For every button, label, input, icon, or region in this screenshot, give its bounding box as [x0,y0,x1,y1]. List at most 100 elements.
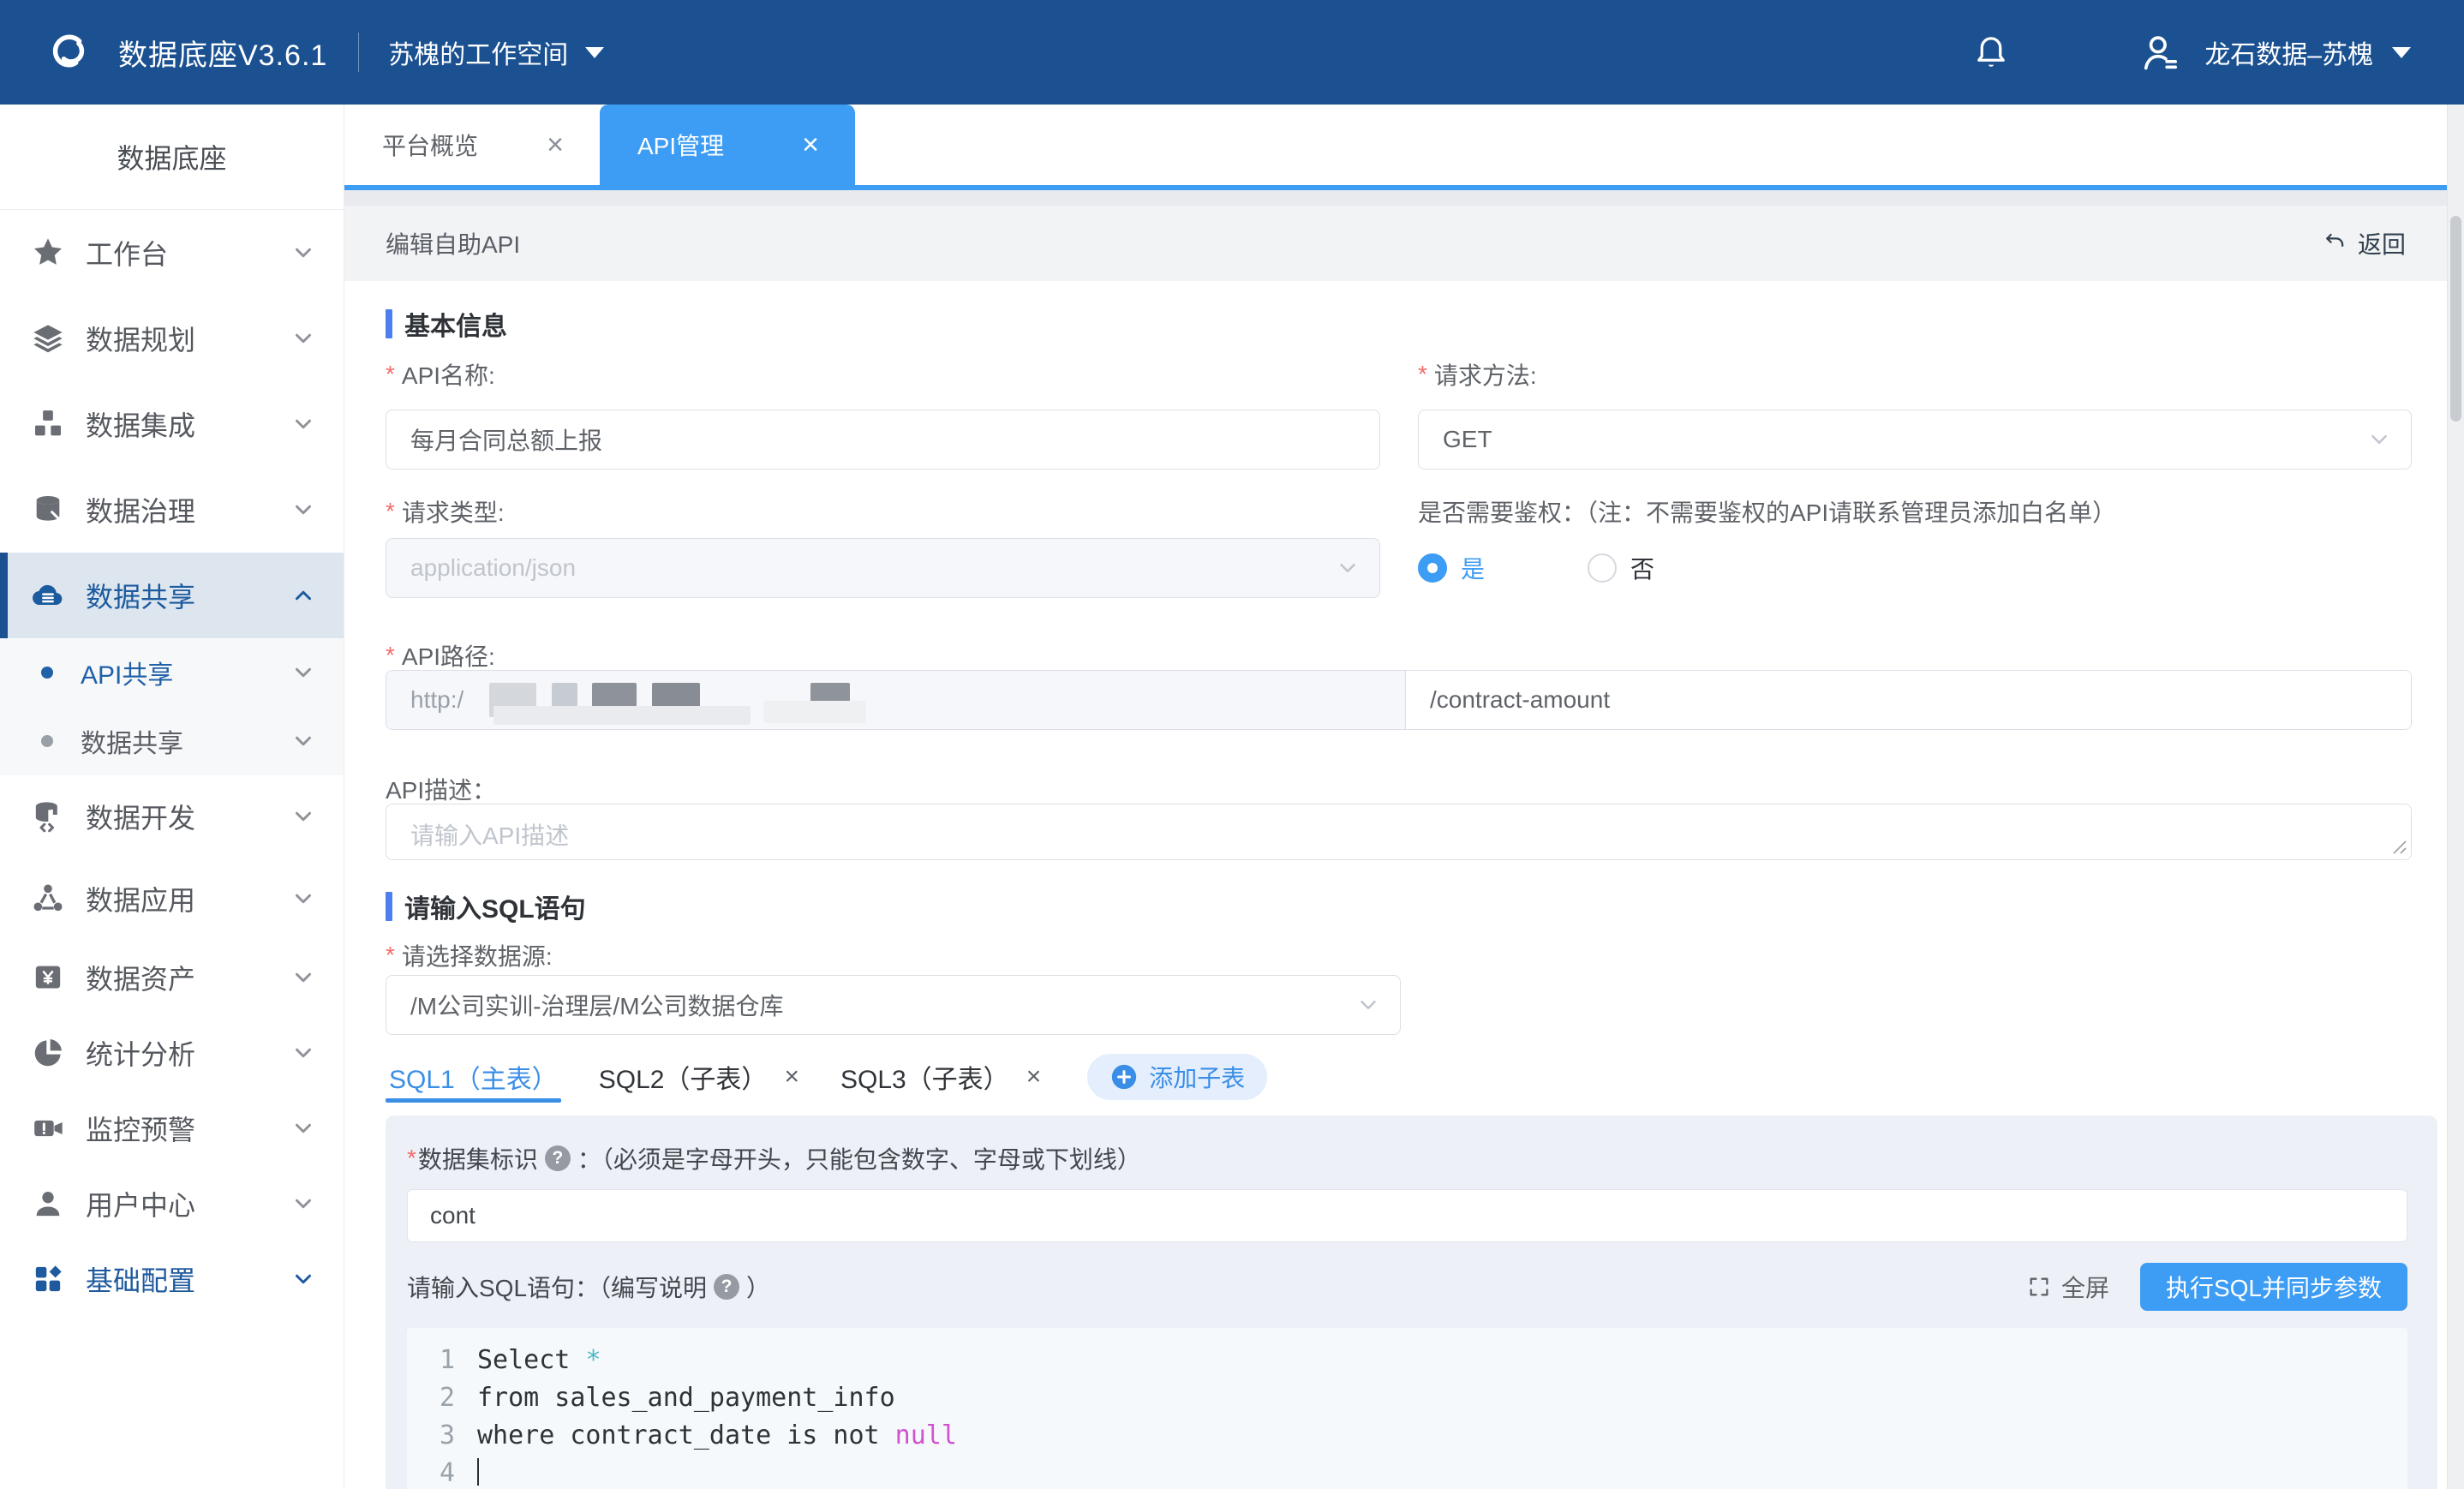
chevron-down-icon [1355,992,1381,1018]
sidebar-item-0[interactable]: 工作台 [0,210,344,296]
dataset-id-input[interactable] [407,1189,2407,1242]
chevron-down-icon [1335,555,1361,581]
bell-icon [1971,33,2011,72]
api-desc-textarea[interactable] [386,804,2412,860]
chevron-down-icon [290,1191,316,1217]
run-sql-button[interactable]: 执行SQL并同步参数 [2140,1263,2407,1311]
scrollbar-thumb[interactable] [2450,216,2461,422]
sidebar-item-label: 数据开发 [86,797,290,836]
method-select[interactable]: GET [1418,410,2412,469]
required-mark: * [407,1145,416,1172]
tab-label: API管理 [637,128,724,162]
notifications-button[interactable] [1971,33,2011,72]
code-token: from sales_and_payment_info [477,1383,895,1413]
line-number: 2 [407,1379,455,1417]
sidebar-subitem-5[interactable]: API共享 [0,638,344,707]
sidebar-item-3[interactable]: 数据治理 [0,467,344,553]
sidebar-item-8[interactable]: 数据应用 [0,858,344,940]
avatar[interactable] [2138,30,2182,75]
back-button[interactable]: 返回 [2322,226,2406,260]
help-icon[interactable]: ? [545,1145,571,1171]
sidebar-item-label: 数据应用 [86,879,290,918]
fullscreen-button[interactable]: 全屏 [2027,1270,2109,1304]
section-accent-bar [386,309,392,338]
sidebar-item-label: 统计分析 [86,1033,290,1073]
tab-0[interactable]: 平台概览× [344,105,600,185]
sql-tab-2[interactable]: SQL2（子表）× [595,1052,803,1102]
line-number: 3 [407,1417,455,1455]
method-label: * 请求方法: [1418,360,2412,389]
sql-code-editor[interactable]: 1Select *2from sales_and_payment_info3wh… [407,1328,2407,1489]
sidebar-item-13[interactable]: 基础配置 [0,1241,344,1317]
workspace-selector[interactable]: 苏槐的工作空间 [388,33,604,71]
code-line: 4 [407,1455,2407,1489]
fullscreen-icon [2027,1275,2051,1299]
required-mark: * [386,498,395,525]
db-code-icon [29,798,67,835]
sql-tab-close-icon[interactable]: × [784,1062,799,1091]
sidebar-subitem-6[interactable]: 数据共享 [0,707,344,775]
auth-radio-1[interactable]: 否 [1588,551,1654,585]
required-mark: * [386,642,395,669]
sidebar-item-11[interactable]: 监控预警 [0,1091,344,1166]
section-sql-title: 请输入SQL语句 [404,888,586,925]
form-content: 基本信息 * API名称: * 请求方法: GET [344,308,2447,1489]
sidebar-item-1[interactable]: 数据规划 [0,296,344,381]
help-icon[interactable]: ? [714,1274,739,1300]
api-path-prefix: http:/ [386,671,1406,729]
add-subtable-label: 添加子表 [1149,1060,1245,1094]
bullet-icon [41,735,53,747]
user-icon [29,1185,67,1223]
line-number: 1 [407,1342,455,1379]
sidebar-item-label: 数据规划 [86,319,290,358]
code-line: 3where contract_date is not null [407,1417,2407,1455]
code-text [477,1455,479,1489]
content-type-select[interactable]: application/json [386,538,1380,598]
sidebar-item-4[interactable]: 数据共享 [0,553,344,638]
chevron-up-icon [290,583,316,608]
tab-close-icon[interactable]: × [547,130,564,159]
chevron-down-icon [290,965,316,990]
pie-icon [29,1034,67,1072]
radio-icon [1418,553,1447,583]
caret-down-icon [585,47,604,58]
sql-tab-close-icon[interactable]: × [1026,1062,1042,1091]
radio-icon [1588,553,1617,583]
sidebar-title: 数据底座 [0,105,344,210]
sql-toolbar: 请输入SQL语句：（编写说明 ? ） 全屏 执行SQL并同步参数 [407,1263,2407,1311]
chevron-down-icon [290,804,316,829]
chevron-down-icon [290,497,316,523]
auth-radio-group: 是否 [1418,538,2412,598]
sql-tab-1[interactable]: SQL1（主表） [386,1052,561,1102]
tab-1[interactable]: API管理 × [600,105,855,185]
required-mark: * [1418,361,1427,388]
section-sql: 请输入SQL语句 [386,891,2412,922]
user-menu[interactable]: 龙石数据–苏槐 [2204,33,2411,71]
api-desc-label: API描述： [386,774,2412,804]
auth-label: 是否需要鉴权：（注：不需要鉴权的API请联系管理员添加白名单） [1418,497,2412,526]
chevron-down-icon [290,1115,316,1141]
add-subtable-button[interactable]: 添加子表 [1087,1054,1267,1100]
sidebar-item-10[interactable]: 统计分析 [0,1015,344,1091]
sql-tab-3[interactable]: SQL3（子表）× [837,1052,1044,1102]
chevron-down-icon [290,326,316,351]
strip-gap [344,190,2447,206]
section-accent-bar [386,892,392,921]
auth-radio-0[interactable]: 是 [1418,551,1485,585]
tab-close-icon[interactable]: × [802,130,819,159]
sidebar-item-12[interactable]: 用户中心 [0,1166,344,1241]
scrollbar-track[interactable] [2447,105,2464,1489]
datasource-select[interactable]: /M公司实训-治理层/M公司数据仓库 [386,975,1401,1035]
sidebar-item-9[interactable]: 数据资产 [0,940,344,1015]
api-path-input[interactable] [1406,671,2411,729]
star-icon [29,234,67,272]
chevron-down-icon [2366,427,2392,452]
main-area: 平台概览×API管理× 编辑自助API 返回 基本信息 * API名称: [344,105,2447,1489]
api-name-input[interactable] [386,410,1380,469]
required-mark: * [386,361,395,388]
sidebar-item-7[interactable]: 数据开发 [0,775,344,858]
undo-back-icon [2322,230,2347,256]
line-number: 4 [407,1455,455,1489]
sidebar-item-label: 数据集成 [86,404,290,444]
sidebar-item-2[interactable]: 数据集成 [0,381,344,467]
